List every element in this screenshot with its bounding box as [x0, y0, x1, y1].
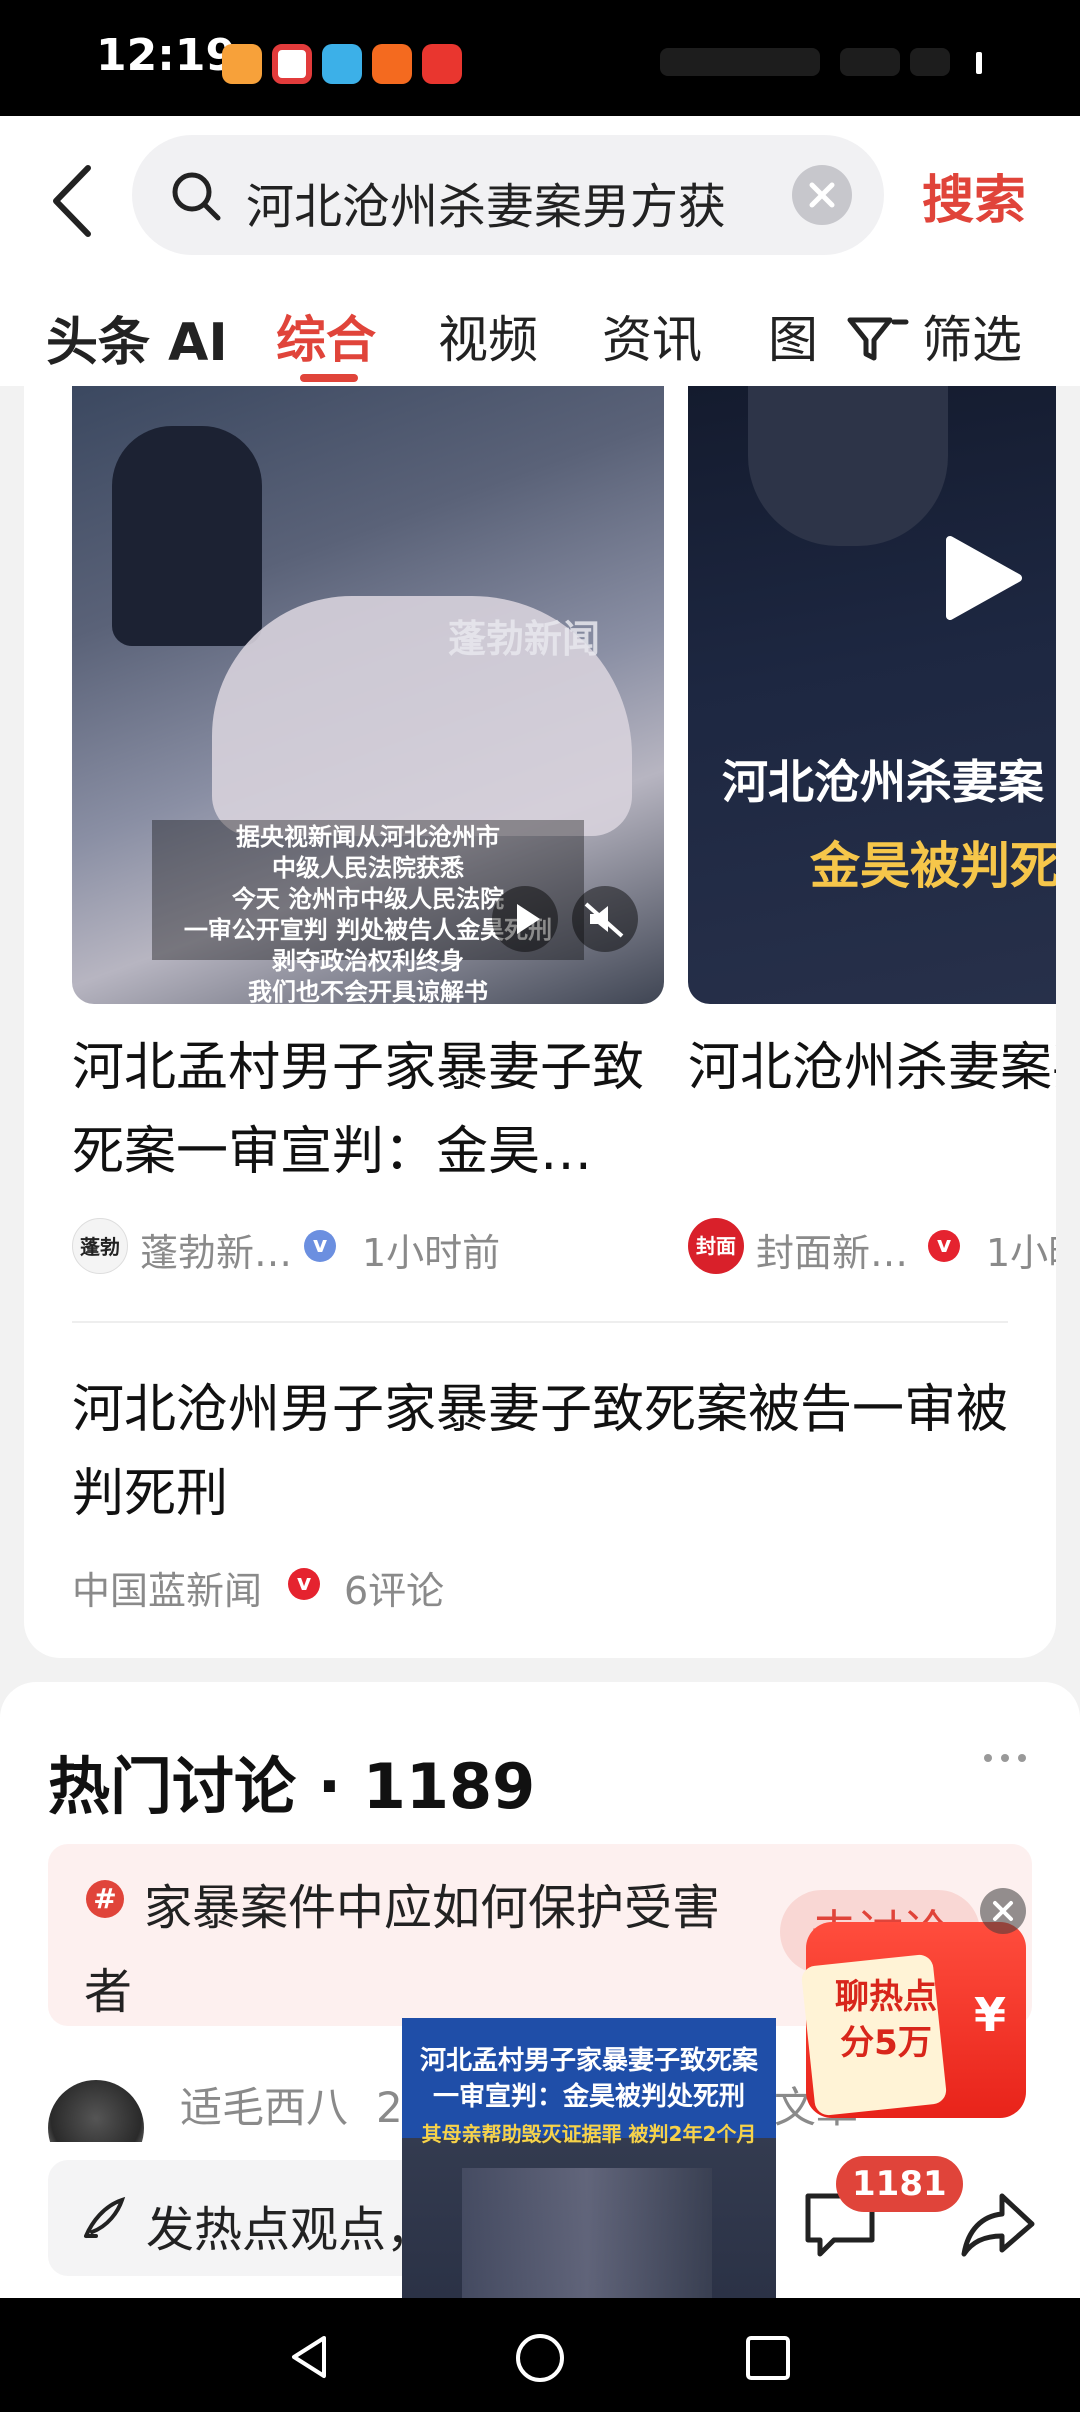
close-icon — [809, 182, 835, 208]
verified-icon: v — [304, 1230, 336, 1262]
pen-icon — [84, 2196, 126, 2238]
floating-video-player[interactable]: 河北孟村男子家暴妻子致死案 一审宣判：金昊被判处死刑 其母亲帮助毁灭证据罪 被判… — [402, 2018, 776, 2298]
video-frame — [462, 2168, 712, 2298]
figure-shape — [112, 426, 262, 646]
search-input[interactable]: 河北沧州杀妻案男方获 — [132, 135, 884, 255]
video-thumbnail[interactable]: 蓬勃新闻 据央视新闻从河北沧州市 中级人民法院获悉 今天 沧州市中级人民法院 一… — [72, 386, 664, 1004]
results-card: 蓬勃新闻 据央视新闻从河北沧州市 中级人民法院获悉 今天 沧州市中级人民法院 一… — [24, 386, 1056, 1658]
divider — [72, 1321, 1008, 1323]
tab-toutiao-ai[interactable]: 头条 AI — [46, 300, 228, 375]
comment-count-badge: 1181 — [836, 2156, 963, 2212]
tab-video[interactable]: 视频 — [438, 300, 538, 372]
watermark-text: 蓬勃新闻 — [448, 617, 601, 661]
tab-news[interactable]: 资讯 — [602, 300, 702, 372]
tab-images[interactable]: 图 — [768, 300, 814, 372]
filter-button[interactable]: 筛选 — [846, 286, 1080, 386]
caption-text: 其母亲帮助毁灭证据罪 被判2年2个月 — [421, 2122, 757, 2146]
apps-app-icon — [372, 44, 412, 84]
caption-text: 一审宣判：金昊被判处死刑 — [432, 2082, 745, 2112]
user-name[interactable]: 适毛西八 2 — [180, 2074, 403, 2135]
verified-icon: v — [288, 1568, 320, 1600]
source-name[interactable]: 蓬勃新… — [140, 1222, 292, 1277]
health-app-icon — [222, 44, 262, 84]
section-title: 热门讨论 · 1189 — [48, 1750, 536, 1823]
comment-count: 6评论 — [344, 1569, 445, 1613]
play-icon — [946, 536, 1022, 620]
article-title[interactable]: 河北沧州男子家暴妻子致死案被告一审被判死刑 — [72, 1368, 1012, 1536]
yen-icon: ¥ — [974, 1988, 1007, 2042]
video-title[interactable]: 河北孟村男子家暴妻子致死案一审宣判：金昊… — [72, 1026, 664, 1194]
play-button[interactable] — [938, 536, 1022, 620]
mute-button[interactable] — [572, 886, 638, 952]
filter-icon — [847, 317, 909, 361]
recents-nav-icon[interactable] — [744, 2334, 792, 2382]
active-tab-indicator — [300, 374, 358, 382]
search-header: 河北沧州杀妻案男方获 搜索 头条 AI 综合 视频 资讯 图 筛选 — [0, 116, 1080, 386]
system-status-icons — [660, 42, 982, 82]
more-options-icon[interactable] — [982, 1748, 1028, 1768]
hashtag-icon: # — [86, 1880, 124, 1918]
publish-time: 1小时 — [986, 1231, 1056, 1275]
video-thumbnail[interactable]: 河北沧州杀妻案 金昊被判死 — [688, 386, 1056, 1004]
verified-icon: v — [928, 1230, 960, 1262]
system-nav-bar — [0, 2298, 1080, 2412]
share-icon[interactable] — [958, 2184, 1038, 2264]
play-icon — [517, 904, 540, 934]
lottery-app-icon — [422, 44, 462, 84]
browser-app-icon — [322, 44, 362, 84]
filter-label: 筛选 — [922, 311, 1022, 369]
source-avatar: 蓬勃 — [72, 1218, 128, 1274]
caption-text: 河北孟村男子家暴妻子致死案 — [419, 2046, 758, 2076]
search-icon — [168, 168, 224, 224]
back-nav-icon[interactable] — [284, 2332, 334, 2382]
source-name[interactable]: 封面新… — [756, 1222, 908, 1277]
home-nav-icon[interactable] — [514, 2332, 566, 2384]
promo-label: 聊热点分5万 — [835, 1977, 937, 2063]
close-promo-button[interactable] — [980, 1888, 1026, 1934]
play-button[interactable] — [492, 886, 558, 952]
source-name[interactable]: 中国蓝新闻 — [72, 1560, 262, 1615]
overlay-text: 金昊被判死 — [810, 837, 1056, 895]
result-tabs: 头条 AI 综合 视频 资讯 图 筛选 — [0, 286, 1080, 386]
topic-text: 家暴案件中应如何保护受害者 — [84, 1880, 721, 2020]
source-avatar: 封面 — [688, 1218, 744, 1274]
close-icon — [993, 1901, 1013, 1921]
search-button[interactable]: 搜索 — [922, 158, 1026, 233]
overlay-text: 河北沧州杀妻案 — [722, 755, 1044, 809]
search-query: 河北沧州杀妻案男方获 — [246, 179, 727, 235]
status-time: 12:19 — [96, 30, 237, 81]
status-bar: 12:19 — [0, 0, 1080, 116]
back-arrow-icon — [53, 165, 91, 237]
tab-all[interactable]: 综合 — [276, 300, 376, 372]
game-app-icon — [272, 44, 312, 84]
reward-promo[interactable]: 聊热点分5万 ¥ — [800, 1922, 1026, 2118]
publish-time: 1小时前 — [362, 1231, 501, 1275]
comment-placeholder: 发热点观点， — [146, 2202, 435, 2258]
clear-search-button[interactable] — [792, 165, 852, 225]
muted-speaker-icon — [584, 902, 624, 938]
figure-shape — [748, 386, 948, 546]
back-button[interactable] — [44, 156, 104, 246]
video-title[interactable]: 河北沧州杀妻案判，金昊被判死 — [688, 1026, 1056, 1194]
